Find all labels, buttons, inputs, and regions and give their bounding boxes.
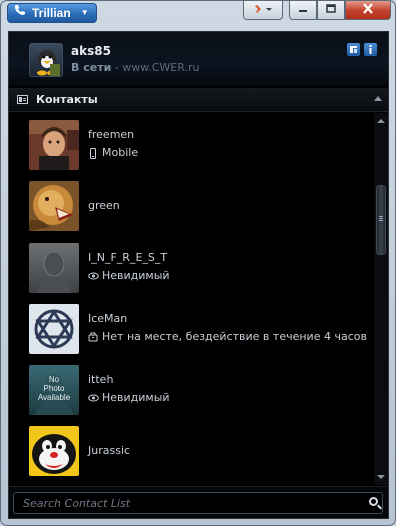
main-panel: aks85 В сети - www.CWER.ru Контакты free…: [8, 31, 389, 519]
contact-avatar: [29, 120, 79, 170]
contact-status: Mobile: [88, 146, 138, 159]
away-icon: [88, 332, 98, 342]
trillian-window: Trillian ▼ aks85 В сети - www.CWER.ru Ко…: [0, 0, 396, 526]
eye-icon: [88, 271, 99, 281]
profile-status-separator: -: [111, 61, 123, 74]
minimize-button[interactable]: [289, 1, 317, 20]
contact-status-text: Нет на месте, бездействие в течение 4 ча…: [102, 330, 367, 343]
contact-item[interactable]: IceMan Нет на месте, бездействие в течен…: [29, 304, 369, 354]
info-icon[interactable]: [364, 43, 377, 56]
contact-status-text: Невидимый: [102, 391, 170, 404]
contacts-section-header[interactable]: Контакты: [9, 88, 388, 112]
contact-name: IceMan: [88, 312, 128, 325]
scroll-up-icon[interactable]: [377, 119, 385, 123]
contact-avatar: [29, 243, 79, 293]
contact-list-scrollbar[interactable]: [374, 113, 388, 485]
contact-list-icon: [17, 95, 28, 104]
svg-text:No: No: [49, 375, 60, 384]
close-button[interactable]: [345, 1, 391, 20]
collapse-arrow-icon[interactable]: [374, 96, 382, 101]
mobile-icon: [88, 147, 98, 159]
contact-name: Jurassic: [88, 444, 131, 457]
contact-item[interactable]: No Photo Available itteh Невидимый: [29, 365, 369, 415]
scroll-thumb[interactable]: [376, 185, 386, 255]
app-name: Trillian: [32, 6, 71, 20]
contact-name: I_N_F_R_E_S_T: [88, 251, 168, 264]
contact-avatar: [29, 426, 79, 476]
contact-status: Невидимый: [88, 391, 170, 404]
contact-item[interactable]: I_N_F_R_E_S_T Невидимый: [29, 243, 369, 293]
scroll-down-icon[interactable]: [377, 475, 385, 479]
title-bar: Trillian ▼: [1, 1, 395, 27]
search-bar: [9, 486, 388, 518]
contact-avatar: [29, 304, 79, 354]
profile-header: aks85 В сети - www.CWER.ru: [9, 32, 388, 86]
contact-list[interactable]: freemen Mobile green I_N_F_R_E_S_T Невид…: [9, 113, 373, 485]
contact-status-text: Невидимый: [102, 269, 170, 282]
maximize-button[interactable]: [317, 1, 345, 20]
search-input[interactable]: [13, 492, 383, 514]
contact-item[interactable]: Jurassic: [29, 426, 369, 476]
section-title: Контакты: [36, 93, 98, 106]
profile-status-text: В сети: [71, 61, 112, 74]
contact-name: itteh: [88, 373, 114, 386]
contact-name: green: [88, 199, 120, 212]
contact-name: freemen: [88, 128, 135, 141]
contact-avatar: No Photo Available: [29, 365, 79, 415]
status-button[interactable]: [243, 1, 283, 20]
eye-icon: [88, 393, 99, 403]
profile-name[interactable]: aks85: [71, 44, 111, 58]
contact-avatar: [29, 181, 79, 231]
contact-status: Невидимый: [88, 269, 170, 282]
profile-status-message: www.CWER.ru: [122, 61, 200, 74]
svg-text:Photo: Photo: [44, 384, 65, 393]
contact-list-options-icon[interactable]: [347, 43, 360, 56]
search-icon[interactable]: [369, 497, 378, 506]
trillian-menu-button[interactable]: Trillian ▼: [7, 3, 97, 23]
phone-icon: [14, 4, 28, 22]
contact-item[interactable]: green: [29, 181, 369, 231]
contact-item[interactable]: freemen Mobile: [29, 120, 369, 170]
contact-status-text: Mobile: [102, 146, 139, 159]
close-icon: [362, 2, 374, 18]
svg-text:Available: Available: [38, 393, 71, 402]
minimize-icon: [297, 4, 309, 17]
contact-status: Нет на месте, бездействие в течение 4 ча…: [88, 330, 367, 343]
profile-status[interactable]: В сети - www.CWER.ru: [71, 61, 199, 74]
dropdown-arrow-icon: ▼: [80, 8, 89, 17]
maximize-icon: [325, 3, 337, 17]
profile-avatar[interactable]: [29, 43, 63, 77]
status-icon: [252, 3, 274, 18]
